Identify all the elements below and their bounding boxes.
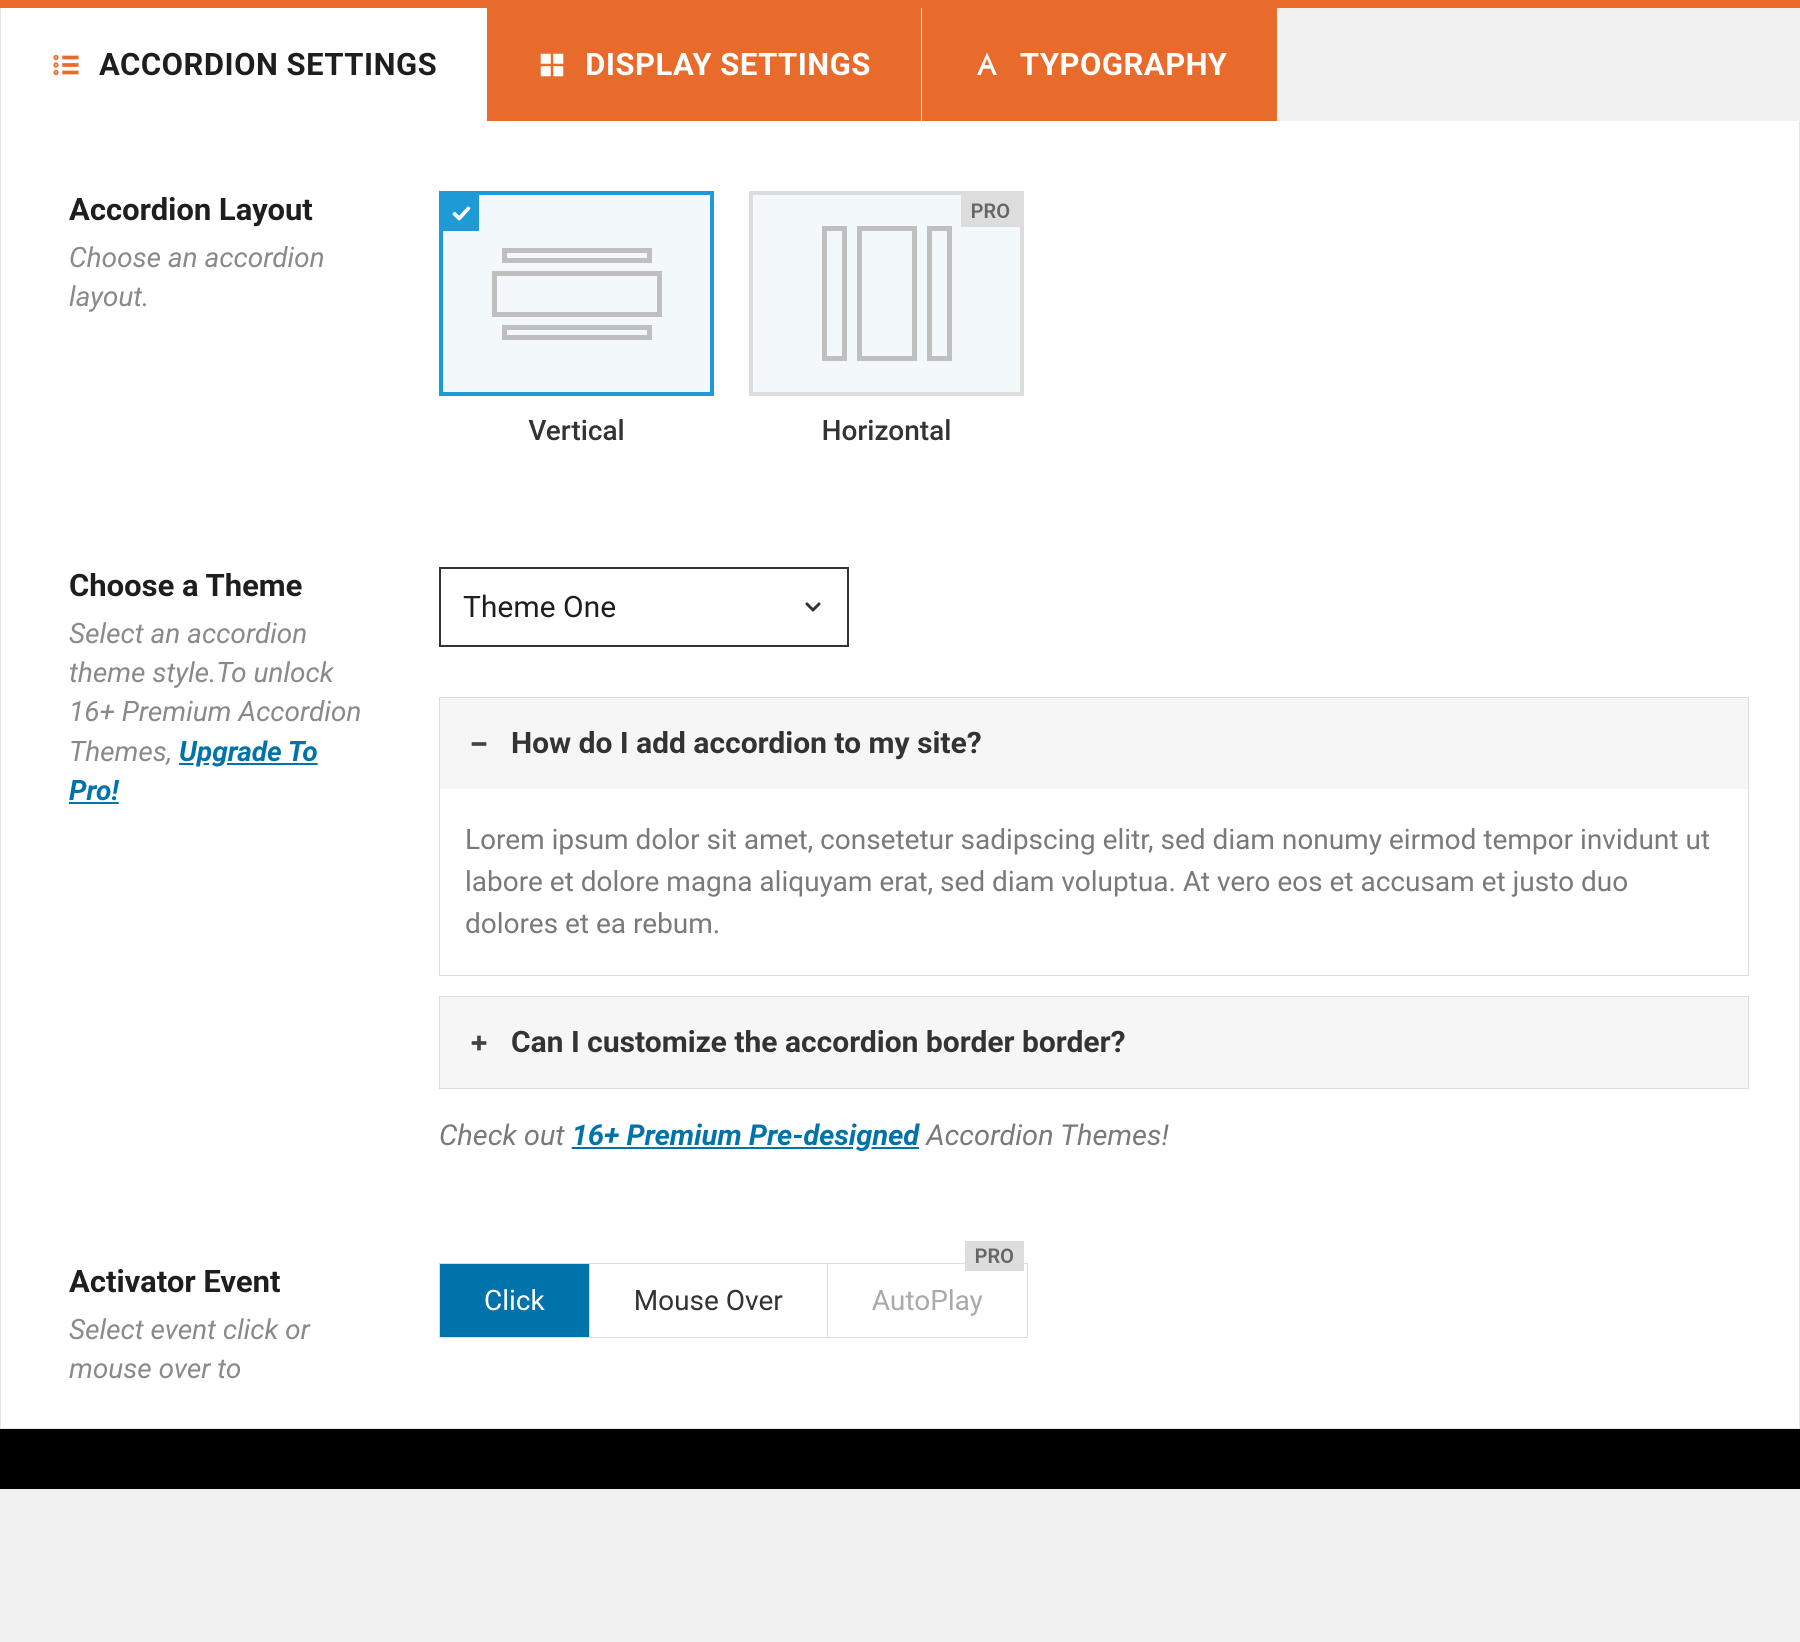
pro-badge: PRO: [965, 1241, 1024, 1271]
tab-label: ACCORDION SETTINGS: [99, 46, 437, 83]
font-icon: [972, 50, 1002, 80]
premium-themes-link[interactable]: 16+ Premium Pre-designed: [572, 1119, 919, 1153]
accordion-header[interactable]: Can I customize the accordion border bor…: [440, 997, 1748, 1088]
field-title: Accordion Layout: [69, 191, 369, 228]
field-control-column: Click Mouse Over PRO AutoPlay: [439, 1263, 1749, 1338]
field-title: Activator Event: [69, 1263, 369, 1300]
button-label: AutoPlay: [872, 1284, 983, 1317]
horizontal-layout-visual: [822, 226, 952, 361]
accordion-body: Lorem ipsum dolor sit amet, consetetur s…: [440, 789, 1748, 975]
field-accordion-layout: Accordion Layout Choose an accordion lay…: [69, 191, 1749, 447]
check-icon: [443, 195, 479, 231]
select-value: Theme One: [463, 590, 616, 625]
field-label-column: Activator Event Select event click or mo…: [69, 1263, 369, 1388]
accordion-header[interactable]: How do I add accordion to my site?: [440, 698, 1748, 789]
layout-card-vertical: [439, 191, 714, 396]
chevron-down-icon: [801, 595, 825, 619]
plus-icon: [465, 1029, 493, 1057]
field-description: Choose an accordion layout.: [69, 238, 369, 316]
layout-option-horizontal[interactable]: PRO Horizontal: [749, 191, 1024, 447]
tab-label: DISPLAY SETTINGS: [585, 46, 871, 83]
layout-card-horizontal: PRO: [749, 191, 1024, 396]
bottom-bar: [0, 1429, 1800, 1489]
field-choose-theme: Choose a Theme Select an accordion theme…: [69, 567, 1749, 1153]
field-control-column: Theme One How do I add accordion to my s…: [439, 567, 1749, 1153]
accordion-title: Can I customize the accordion border bor…: [511, 1025, 1126, 1060]
tab-display-settings[interactable]: DISPLAY SETTINGS: [487, 8, 922, 121]
accordion-title: How do I add accordion to my site?: [511, 726, 982, 761]
field-label-column: Accordion Layout Choose an accordion lay…: [69, 191, 369, 316]
activator-button-group: Click Mouse Over PRO AutoPlay: [439, 1263, 1028, 1338]
layout-label: Vertical: [528, 414, 624, 447]
checkout-text: Check out 16+ Premium Pre-designed Accor…: [439, 1119, 1749, 1153]
tab-label: TYPOGRAPHY: [1020, 46, 1227, 83]
activator-autoplay-button[interactable]: PRO AutoPlay: [828, 1264, 1027, 1337]
content-panel: Accordion Layout Choose an accordion lay…: [0, 121, 1800, 1429]
field-activator-event: Activator Event Select event click or mo…: [69, 1263, 1749, 1388]
layout-options: Vertical PRO Horizontal: [439, 191, 1749, 447]
theme-select-dropdown[interactable]: Theme One: [439, 567, 849, 647]
tabs-bar: ACCORDION SETTINGS DISPLAY SETTINGS TYPO…: [0, 0, 1800, 121]
field-label-column: Choose a Theme Select an accordion theme…: [69, 567, 369, 810]
accordion-item: Can I customize the accordion border bor…: [439, 996, 1749, 1089]
tab-typography[interactable]: TYPOGRAPHY: [922, 8, 1278, 121]
layout-option-vertical[interactable]: Vertical: [439, 191, 714, 447]
activator-mouseover-button[interactable]: Mouse Over: [590, 1264, 828, 1337]
accordion-preview: How do I add accordion to my site? Lorem…: [439, 697, 1749, 1089]
tab-accordion-settings[interactable]: ACCORDION SETTINGS: [0, 8, 487, 121]
field-description: Select event click or mouse over to: [69, 1310, 369, 1388]
checkout-suffix: Accordion Themes!: [919, 1119, 1169, 1153]
field-control-column: Vertical PRO Horizontal: [439, 191, 1749, 447]
vertical-layout-visual: [492, 248, 662, 340]
activator-click-button[interactable]: Click: [440, 1264, 590, 1337]
field-title: Choose a Theme: [69, 567, 369, 604]
pro-badge: PRO: [961, 195, 1020, 227]
field-description: Select an accordion theme style.To unloc…: [69, 614, 369, 810]
settings-container: ACCORDION SETTINGS DISPLAY SETTINGS TYPO…: [0, 0, 1800, 1489]
grid-icon: [537, 50, 567, 80]
list-icon: [51, 50, 81, 80]
accordion-item: How do I add accordion to my site? Lorem…: [439, 697, 1749, 976]
minus-icon: [465, 730, 493, 758]
checkout-prefix: Check out: [439, 1119, 572, 1153]
layout-label: Horizontal: [822, 414, 952, 447]
